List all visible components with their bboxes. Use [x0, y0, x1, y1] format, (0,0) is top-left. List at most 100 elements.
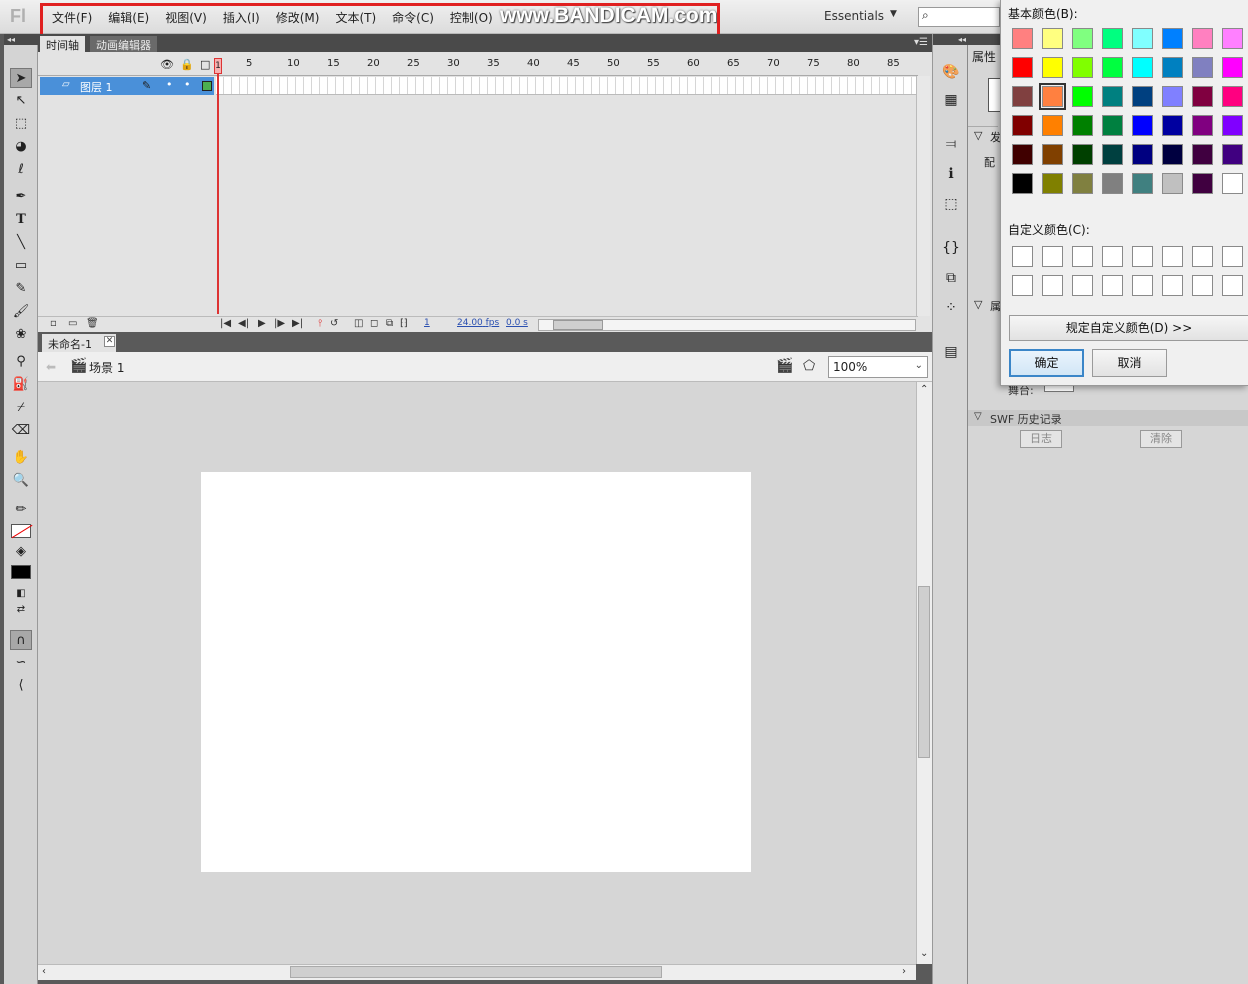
color-swatch[interactable] [1222, 28, 1243, 49]
color-swatch[interactable] [1072, 115, 1093, 136]
color-swatch[interactable] [1072, 173, 1093, 194]
swap-colors-icon[interactable]: ⇄ [10, 600, 32, 620]
document-tab[interactable]: 未命名-1 ✕ [42, 334, 116, 352]
deco-tool-icon[interactable]: ❀ [10, 325, 32, 345]
subselection-tool-icon[interactable]: ↖ [10, 91, 32, 111]
color-swatch[interactable] [1102, 57, 1123, 78]
panel-collapse-icon[interactable]: ◂◂ [4, 34, 38, 45]
color-swatch[interactable] [1162, 115, 1183, 136]
playhead[interactable]: 1 [214, 58, 222, 74]
color-swatch[interactable] [1132, 57, 1153, 78]
color-swatch[interactable] [1222, 173, 1243, 194]
color-swatch[interactable] [1102, 115, 1123, 136]
align-panel-icon[interactable]: ⫤ [941, 134, 961, 154]
eyedropper-tool-icon[interactable]: ⌿ [10, 398, 32, 418]
hand-tool-icon[interactable]: ✋ [10, 448, 32, 468]
text-tool-icon[interactable]: T [10, 210, 32, 230]
color-swatch[interactable] [1162, 173, 1183, 194]
color-swatch[interactable] [1042, 57, 1063, 78]
clear-button[interactable]: 清除 [1140, 430, 1182, 448]
color-swatch[interactable] [1072, 57, 1093, 78]
color-swatch[interactable] [1192, 144, 1213, 165]
scroll-down-icon[interactable]: ⌄ [920, 948, 928, 959]
scrollbar-thumb[interactable] [290, 966, 662, 978]
tab-properties[interactable]: 属性 [972, 48, 996, 65]
swatches-panel-icon[interactable]: ▦ [941, 90, 961, 110]
color-swatch[interactable] [1192, 57, 1213, 78]
timeline-vertical-scrollbar[interactable] [916, 76, 930, 316]
stage-vertical-scrollbar[interactable]: ⌃ ⌄ [916, 382, 932, 964]
custom-color-swatch[interactable] [1192, 275, 1213, 296]
bone-tool-icon[interactable]: ⚲ [10, 352, 32, 372]
tab-timeline[interactable]: 时间轴 [40, 36, 85, 52]
motion-presets-icon[interactable]: ⁘ [941, 298, 961, 318]
color-swatch[interactable] [1012, 144, 1033, 165]
color-swatch[interactable] [1039, 83, 1066, 110]
ok-button[interactable]: 确定 [1009, 349, 1084, 377]
layer-name[interactable]: 图层 1 [80, 79, 113, 95]
color-swatch[interactable] [1222, 86, 1243, 107]
snap-to-objects-icon[interactable]: ∩ [10, 630, 32, 650]
custom-color-swatch[interactable] [1162, 275, 1183, 296]
color-swatch[interactable] [1042, 115, 1063, 136]
scroll-up-icon[interactable]: ⌃ [920, 384, 928, 395]
color-swatch[interactable] [1102, 144, 1123, 165]
color-swatch[interactable] [1192, 115, 1213, 136]
paint-bucket-tool-icon[interactable]: ⛽ [10, 375, 32, 395]
color-swatch[interactable] [1072, 28, 1093, 49]
pasteboard[interactable] [38, 382, 916, 964]
edit-multiple-frames-icon[interactable]: ⧉ [386, 318, 393, 329]
timeline-ruler[interactable]: 👁 🔒 □ 5 10 15 20 25 30 35 40 45 50 55 60… [38, 52, 918, 76]
color-swatch[interactable] [1042, 144, 1063, 165]
scene-breadcrumb[interactable]: 场景 1 [89, 359, 124, 376]
scroll-right-icon[interactable]: › [902, 966, 906, 977]
pen-tool-icon[interactable]: ✒ [10, 187, 32, 207]
outline-icon[interactable]: □ [200, 58, 210, 71]
color-swatch[interactable] [1102, 28, 1123, 49]
fill-color-swatch[interactable] [11, 565, 31, 579]
scrollbar-thumb[interactable] [553, 320, 603, 330]
timeline-horizontal-scrollbar[interactable] [538, 319, 916, 331]
section-collapse-icon[interactable]: ▽ [974, 298, 982, 311]
3d-rotation-tool-icon[interactable]: ◕ [10, 137, 32, 157]
brush-tool-icon[interactable]: 🖌 [10, 302, 32, 322]
color-swatch[interactable] [1162, 28, 1183, 49]
stroke-color-swatch[interactable] [11, 524, 31, 538]
color-swatch[interactable] [1072, 144, 1093, 165]
cancel-button[interactable]: 取消 [1092, 349, 1167, 377]
color-panel-icon[interactable]: 🎨 [941, 62, 961, 82]
custom-color-swatch[interactable] [1102, 275, 1123, 296]
custom-color-swatch[interactable] [1072, 275, 1093, 296]
color-swatch[interactable] [1162, 86, 1183, 107]
swf-history-section[interactable]: ▽ SWF 历史记录 [968, 410, 1248, 426]
selection-tool-icon[interactable]: ➤ [10, 68, 32, 88]
current-frame-value[interactable]: 1 [424, 318, 430, 328]
color-swatch[interactable] [1132, 86, 1153, 107]
color-swatch[interactable] [1192, 28, 1213, 49]
color-swatch[interactable] [1072, 86, 1093, 107]
zoom-tool-icon[interactable]: 🔍 [10, 471, 32, 491]
custom-color-swatch[interactable] [1012, 246, 1033, 267]
color-swatch[interactable] [1042, 28, 1063, 49]
layer-outline-color[interactable] [202, 81, 212, 91]
scrollbar-thumb[interactable] [918, 586, 930, 758]
onion-skin-icon[interactable]: ◫ [354, 318, 363, 329]
zoom-select[interactable]: 100% ⌄ [828, 356, 928, 378]
new-layer-icon[interactable]: ▫ [50, 318, 57, 329]
eraser-tool-icon[interactable]: ⌫ [10, 421, 32, 441]
log-button[interactable]: 日志 [1020, 430, 1062, 448]
color-swatch[interactable] [1192, 86, 1213, 107]
step-forward-icon[interactable]: |▶ [274, 318, 285, 329]
color-swatch[interactable] [1012, 173, 1033, 194]
chevron-down-icon[interactable]: ⌄ [915, 360, 923, 371]
panel-menu-icon[interactable]: ▾☰ [914, 37, 928, 48]
back-arrow-icon[interactable]: ⬅ [46, 360, 56, 374]
custom-color-swatch[interactable] [1132, 275, 1153, 296]
custom-color-swatch[interactable] [1042, 275, 1063, 296]
modify-onion-markers-icon[interactable]: ⁅⁆ [400, 318, 408, 329]
stage-horizontal-scrollbar[interactable]: ‹ › [38, 964, 916, 980]
visibility-dot[interactable]: • [166, 78, 173, 91]
custom-color-swatch[interactable] [1192, 246, 1213, 267]
color-swatch[interactable] [1162, 144, 1183, 165]
color-swatch[interactable] [1222, 115, 1243, 136]
